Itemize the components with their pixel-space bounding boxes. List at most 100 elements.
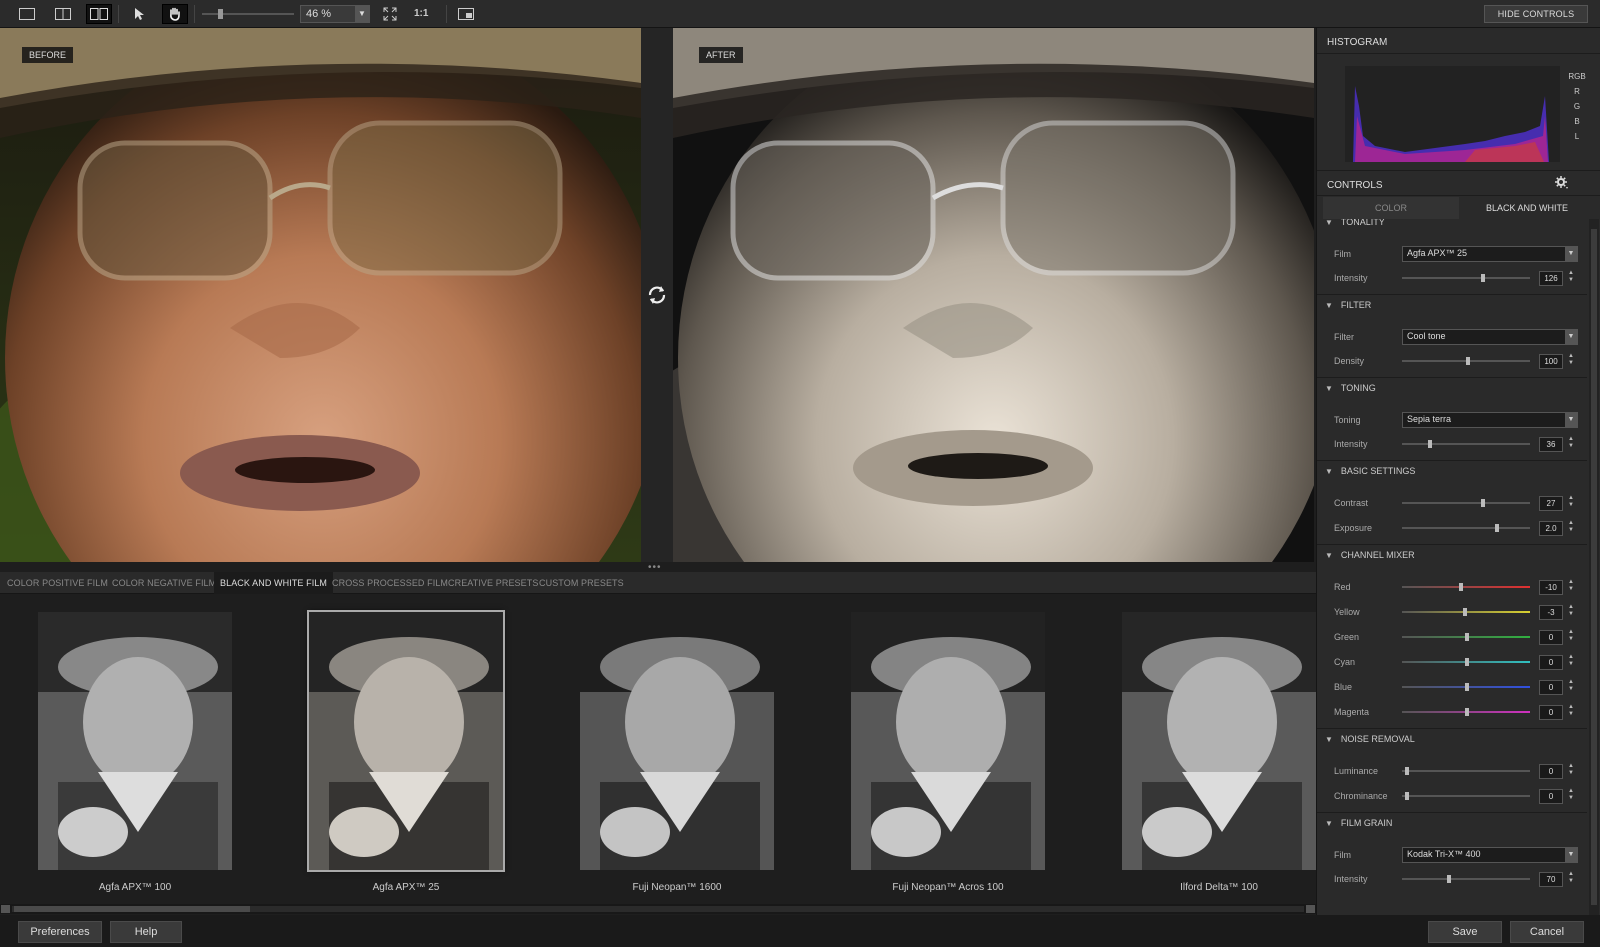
section-film-grain[interactable]: ▼ FILM GRAIN: [1317, 812, 1587, 832]
stepper-icon[interactable]: ▲ ▼: [1567, 704, 1575, 718]
toning-intensity-slider-handle[interactable]: [1428, 440, 1432, 448]
tab-creative-presets[interactable]: CREATIVE PRESETS: [442, 572, 544, 594]
exposure-slider[interactable]: [1402, 527, 1530, 529]
grain-intensity-input[interactable]: 70: [1539, 872, 1563, 887]
exposure-slider-handle[interactable]: [1495, 524, 1499, 532]
tab-custom-presets[interactable]: CUSTOM PRESETS: [533, 572, 630, 594]
side-by-side-view-icon[interactable]: [86, 4, 112, 24]
tab-color-negative-film[interactable]: COLOR NEGATIVE FILM: [106, 572, 222, 594]
grain-film-dropdown[interactable]: Kodak Tri-X™ 400 ▼: [1402, 847, 1578, 863]
mixer-red-slider[interactable]: [1402, 586, 1530, 588]
grain-intensity-slider-handle[interactable]: [1447, 875, 1451, 883]
stepper-icon[interactable]: ▲ ▼: [1567, 654, 1575, 668]
film-dropdown[interactable]: Agfa APX™ 25 ▼: [1402, 246, 1578, 262]
density-slider-handle[interactable]: [1466, 357, 1470, 365]
zoom-dropdown[interactable]: 46 % ▼: [300, 5, 370, 23]
stepper-icon[interactable]: ▲ ▼: [1567, 604, 1575, 618]
tab-cross-processed-film[interactable]: CROSS PROCESSED FILM: [326, 572, 454, 594]
zoom-slider[interactable]: [202, 13, 294, 15]
stepper-icon[interactable]: ▲ ▼: [1567, 579, 1575, 593]
preset-thumbnail[interactable]: [580, 612, 774, 870]
stepper-icon[interactable]: ▲ ▼: [1567, 871, 1575, 885]
channel-b[interactable]: B: [1565, 117, 1589, 126]
stepper-icon[interactable]: ▲ ▼: [1567, 353, 1575, 367]
intensity-input[interactable]: 126: [1539, 271, 1563, 286]
fit-to-screen-icon[interactable]: [377, 4, 403, 24]
channel-rgb[interactable]: RGB: [1565, 72, 1589, 81]
channel-g[interactable]: G: [1565, 102, 1589, 111]
filter-dropdown[interactable]: Cool tone ▼: [1402, 329, 1578, 345]
stepper-icon[interactable]: ▲ ▼: [1567, 495, 1575, 509]
mixer-yellow-slider-handle[interactable]: [1463, 608, 1467, 616]
preset-thumbnail[interactable]: [38, 612, 232, 870]
stepper-icon[interactable]: ▲ ▼: [1567, 763, 1575, 777]
section-channel-mixer[interactable]: ▼ CHANNEL MIXER: [1317, 544, 1587, 564]
section-basic-settings[interactable]: ▼ BASIC SETTINGS: [1317, 460, 1587, 480]
mixer-yellow-input[interactable]: -3: [1539, 605, 1563, 620]
mixer-magenta-slider-handle[interactable]: [1465, 708, 1469, 716]
section-toning[interactable]: ▼ TONING: [1317, 377, 1587, 397]
before-image-pane[interactable]: BEFORE: [0, 28, 641, 562]
section-tonality[interactable]: ▼ TONALITY: [1317, 219, 1587, 231]
scrollbar-thumb[interactable]: [14, 906, 250, 912]
tab-black-and-white[interactable]: BLACK AND WHITE: [1459, 197, 1595, 219]
mixer-cyan-slider-handle[interactable]: [1465, 658, 1469, 666]
preview-window-icon[interactable]: [453, 4, 479, 24]
toning-dropdown[interactable]: Sepia terra ▼: [1402, 412, 1578, 428]
chrominance-input[interactable]: 0: [1539, 789, 1563, 804]
controls-scrollbar[interactable]: [1589, 219, 1599, 915]
scrollbar-thumb[interactable]: [1591, 229, 1597, 905]
scroll-left-button[interactable]: [1, 905, 10, 913]
preset-thumbnail[interactable]: [1122, 612, 1316, 870]
preset-thumbnail-selected[interactable]: [307, 610, 505, 872]
pointer-tool-icon[interactable]: [126, 4, 152, 24]
intensity-slider-handle[interactable]: [1481, 274, 1485, 282]
mixer-blue-input[interactable]: 0: [1539, 680, 1563, 695]
mixer-red-input[interactable]: -10: [1539, 580, 1563, 595]
stepper-icon[interactable]: ▲ ▼: [1567, 436, 1575, 450]
tab-black-and-white-film[interactable]: BLACK AND WHITE FILM: [214, 572, 334, 594]
mixer-blue-slider-handle[interactable]: [1465, 683, 1469, 691]
chrominance-slider-handle[interactable]: [1405, 792, 1409, 800]
stepper-icon[interactable]: ▲ ▼: [1567, 629, 1575, 643]
cancel-button[interactable]: Cancel: [1510, 921, 1584, 943]
scroll-right-button[interactable]: [1306, 905, 1315, 913]
mixer-red-slider-handle[interactable]: [1459, 583, 1463, 591]
channel-r[interactable]: R: [1565, 87, 1589, 96]
contrast-slider-handle[interactable]: [1481, 499, 1485, 507]
stepper-icon[interactable]: ▲ ▼: [1567, 788, 1575, 802]
stepper-icon[interactable]: ▲ ▼: [1567, 679, 1575, 693]
tab-color-positive-film[interactable]: COLOR POSITIVE FILM: [1, 572, 114, 594]
mixer-magenta-input[interactable]: 0: [1539, 705, 1563, 720]
hand-tool-icon[interactable]: [162, 4, 188, 24]
stepper-icon[interactable]: ▲ ▼: [1567, 270, 1575, 284]
channel-l[interactable]: L: [1565, 132, 1589, 141]
tab-color[interactable]: COLOR: [1323, 197, 1459, 219]
zoom-slider-handle[interactable]: [218, 9, 223, 19]
split-view-icon[interactable]: [50, 4, 76, 24]
grain-intensity-slider[interactable]: [1402, 878, 1530, 880]
intensity-slider[interactable]: [1402, 277, 1530, 279]
hide-controls-button[interactable]: HIDE CONTROLS: [1484, 5, 1588, 23]
density-input[interactable]: 100: [1539, 354, 1563, 369]
actual-size-button[interactable]: 1:1: [414, 8, 428, 19]
after-image-pane[interactable]: AFTER: [673, 28, 1314, 562]
chrominance-slider[interactable]: [1402, 795, 1530, 797]
sync-icon[interactable]: [645, 283, 669, 307]
mixer-green-slider-handle[interactable]: [1465, 633, 1469, 641]
mixer-green-input[interactable]: 0: [1539, 630, 1563, 645]
toning-intensity-slider[interactable]: [1402, 443, 1530, 445]
help-button[interactable]: Help: [110, 921, 182, 943]
gear-icon[interactable]: [1555, 176, 1569, 190]
contrast-slider[interactable]: [1402, 502, 1530, 504]
luminance-slider[interactable]: [1402, 770, 1530, 772]
thumbnail-scrollbar[interactable]: [0, 904, 1316, 914]
preset-thumbnail[interactable]: [851, 612, 1045, 870]
section-filter[interactable]: ▼ FILTER: [1317, 294, 1587, 314]
section-noise-removal[interactable]: ▼ NOISE REMOVAL: [1317, 728, 1587, 748]
save-button[interactable]: Save: [1428, 921, 1502, 943]
single-view-icon[interactable]: [14, 4, 40, 24]
contrast-input[interactable]: 27: [1539, 496, 1563, 511]
stepper-icon[interactable]: ▲ ▼: [1567, 520, 1575, 534]
mixer-cyan-input[interactable]: 0: [1539, 655, 1563, 670]
